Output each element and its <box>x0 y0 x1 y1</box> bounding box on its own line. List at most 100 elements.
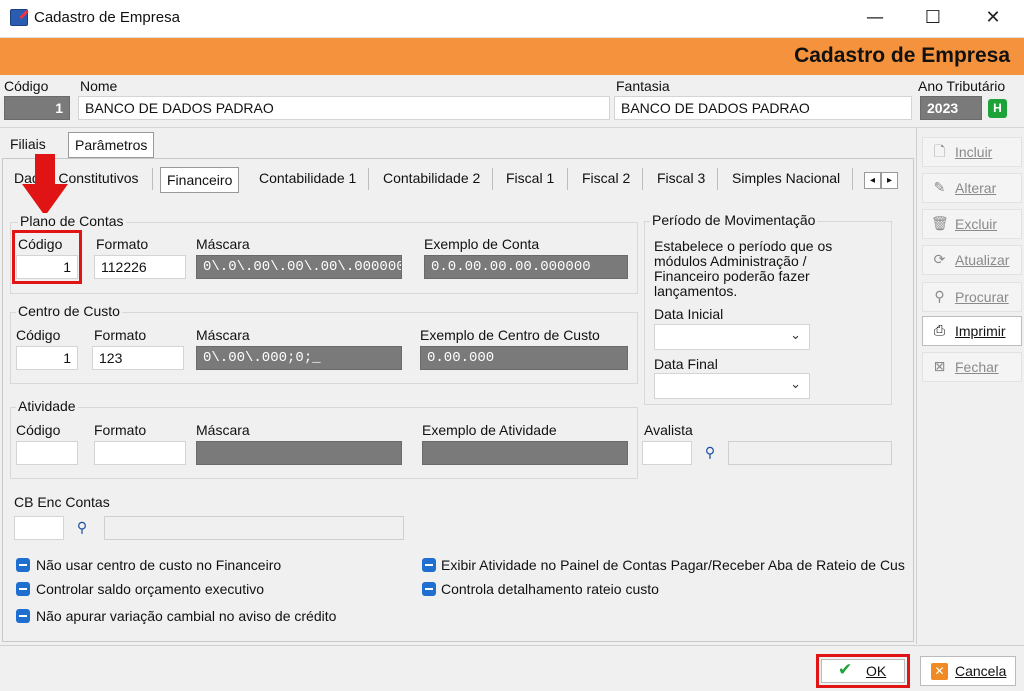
binoculars-search-icon[interactable]: ⚲ <box>700 444 720 462</box>
ano-tributario-field[interactable]: 2023 <box>920 96 982 120</box>
cancela-button[interactable]: ✕ Cancela <box>920 656 1016 686</box>
trash-icon: 🗑 <box>931 216 949 232</box>
periodo-description-line: Estabelece o período que os <box>654 238 833 254</box>
tab-financeiro[interactable]: Financeiro <box>160 167 240 193</box>
codigo-field[interactable]: 1 <box>4 96 70 120</box>
cancel-icon: ✕ <box>931 663 948 680</box>
atividade-exemplo-field <box>422 441 628 465</box>
atualizar-label: Atualizar <box>955 252 1010 268</box>
centro-mascara-label: Máscara <box>196 327 250 343</box>
refresh-icon: ⟳ <box>933 252 946 268</box>
footer-divider <box>0 645 1024 646</box>
centro-formato-field[interactable]: 123 <box>92 346 184 370</box>
centro-exemplo-field: 0.00.000 <box>420 346 628 370</box>
plano-mascara-field[interactable]: 0\.0\.00\.00\.00\.000000;( <box>196 255 402 279</box>
tab-separator <box>492 168 493 190</box>
centro-formato-label: Formato <box>94 327 147 343</box>
periodo-description-line: Financeiro poderão fazer <box>654 268 810 284</box>
plano-formato-label: Formato <box>96 236 149 252</box>
imprimir-button[interactable]: ⎙ Imprimir <box>922 316 1022 346</box>
chevron-down-icon: ⌄ <box>790 328 801 343</box>
tab-simples-nacional[interactable]: Simples Nacional <box>726 166 846 192</box>
plano-exemplo-label: Exemplo de Conta <box>424 236 540 252</box>
checkbox-nao-usar-centro-custo[interactable] <box>16 558 30 572</box>
tab-separator <box>642 168 643 190</box>
plano-formato-field[interactable]: 112226 <box>94 255 186 279</box>
tab-parametros[interactable]: Parâmetros <box>68 132 155 158</box>
checkbox-controla-detalhamento[interactable] <box>422 582 436 596</box>
new-document-icon: 🗋 <box>933 144 946 160</box>
binoculars-icon: ⚲ <box>934 289 945 305</box>
highlight-box <box>12 230 82 284</box>
tab-contabilidade-1[interactable]: Contabilidade 1 <box>253 166 362 192</box>
checkbox-exibir-atividade[interactable] <box>422 558 436 572</box>
tab-fiscal-1[interactable]: Fiscal 1 <box>500 166 560 192</box>
data-inicial-dropdown[interactable]: ⌄ <box>654 324 810 350</box>
cb-enc-contas-code-field[interactable] <box>14 516 64 540</box>
data-final-dropdown[interactable]: ⌄ <box>654 373 810 399</box>
edit-icon: ✎ <box>933 180 946 196</box>
tab-separator <box>567 168 568 190</box>
checkmark-icon: ✔ <box>838 660 853 680</box>
avalista-label: Avalista <box>644 422 693 438</box>
chevron-down-icon: ⌄ <box>790 377 801 392</box>
tab-scroll-right-icon[interactable]: ▸ <box>881 172 898 189</box>
centro-mascara-field[interactable]: 0\.00\.000;0;_ <box>196 346 402 370</box>
atividade-codigo-field[interactable] <box>16 441 78 465</box>
checkbox-controlar-saldo-orcamento[interactable] <box>16 582 30 596</box>
checkbox-label: Não apurar variação cambial no aviso de … <box>36 608 337 624</box>
incluir-label: Incluir <box>955 144 993 160</box>
checkbox-label: Exibir Atividade no Painel de Contas Pag… <box>441 557 905 573</box>
atualizar-button[interactable]: ⟳ Atualizar <box>922 245 1022 275</box>
excluir-button[interactable]: 🗑 Excluir <box>922 209 1022 239</box>
window-title: Cadastro de Empresa <box>34 9 180 26</box>
procurar-label: Procurar <box>955 289 1009 305</box>
tab-separator <box>368 168 369 190</box>
banner-title: Cadastro de Empresa <box>794 44 1010 67</box>
ok-label: OK <box>866 663 887 679</box>
centro-codigo-field[interactable]: 1 <box>16 346 78 370</box>
nome-field[interactable]: BANCO DE DADOS PADRAO <box>78 96 610 120</box>
procurar-button[interactable]: ⚲ Procurar <box>922 282 1022 312</box>
periodo-description-line: módulos Administração / <box>654 253 807 269</box>
tab-separator <box>152 168 153 190</box>
tab-scroll-left-icon[interactable]: ◂ <box>864 172 881 189</box>
fechar-button[interactable]: ⊠ Fechar <box>922 352 1022 382</box>
fechar-label: Fechar <box>955 359 999 375</box>
maximize-button[interactable]: ☐ <box>910 4 956 32</box>
tab-contabilidade-2[interactable]: Contabilidade 2 <box>377 166 486 192</box>
tab-fiscal-2[interactable]: Fiscal 2 <box>576 166 636 192</box>
atividade-mascara-field[interactable] <box>196 441 402 465</box>
app-icon <box>10 9 28 26</box>
ok-button[interactable]: ✔ OK <box>821 659 905 683</box>
plano-exemplo-field: 0.0.00.00.00.000000 <box>424 255 628 279</box>
cb-enc-contas-label: CB Enc Contas <box>14 494 110 510</box>
avalista-name-field <box>728 441 892 465</box>
ano-tributario-button[interactable]: H <box>988 99 1007 118</box>
atividade-formato-field[interactable] <box>94 441 186 465</box>
alterar-button[interactable]: ✎ Alterar <box>922 173 1022 203</box>
atividade-exemplo-label: Exemplo de Atividade <box>422 422 557 438</box>
close-folder-icon: ⊠ <box>933 359 946 375</box>
periodo-description: Estabelece o período que os módulos Admi… <box>654 239 832 299</box>
periodo-movimentacao-title: Período de Movimentação <box>650 212 818 228</box>
incluir-button[interactable]: 🗋 Incluir <box>922 137 1022 167</box>
atividade-title: Atividade <box>16 398 78 414</box>
centro-de-custo-title: Centro de Custo <box>16 303 122 319</box>
atividade-mascara-label: Máscara <box>196 422 250 438</box>
fantasia-field[interactable]: BANCO DE DADOS PADRAO <box>614 96 912 120</box>
ano-tributario-label: Ano Tributário <box>918 78 1006 94</box>
close-button[interactable]: ✕ <box>970 4 1016 32</box>
codigo-label: Código <box>4 78 49 94</box>
centro-exemplo-label: Exemplo de Centro de Custo <box>420 327 600 343</box>
imprimir-label: Imprimir <box>955 323 1006 339</box>
atividade-codigo-label: Código <box>16 422 61 438</box>
minimize-button[interactable]: — <box>852 4 898 32</box>
periodo-description-line: lançamentos. <box>654 283 738 299</box>
tab-fiscal-3[interactable]: Fiscal 3 <box>651 166 711 192</box>
avalista-code-field[interactable] <box>642 441 692 465</box>
checkbox-nao-apurar-variacao[interactable] <box>16 609 30 623</box>
binoculars-search-icon[interactable]: ⚲ <box>72 519 92 537</box>
tab-separator <box>717 168 718 190</box>
checkbox-label: Controlar saldo orçamento executivo <box>36 581 265 597</box>
